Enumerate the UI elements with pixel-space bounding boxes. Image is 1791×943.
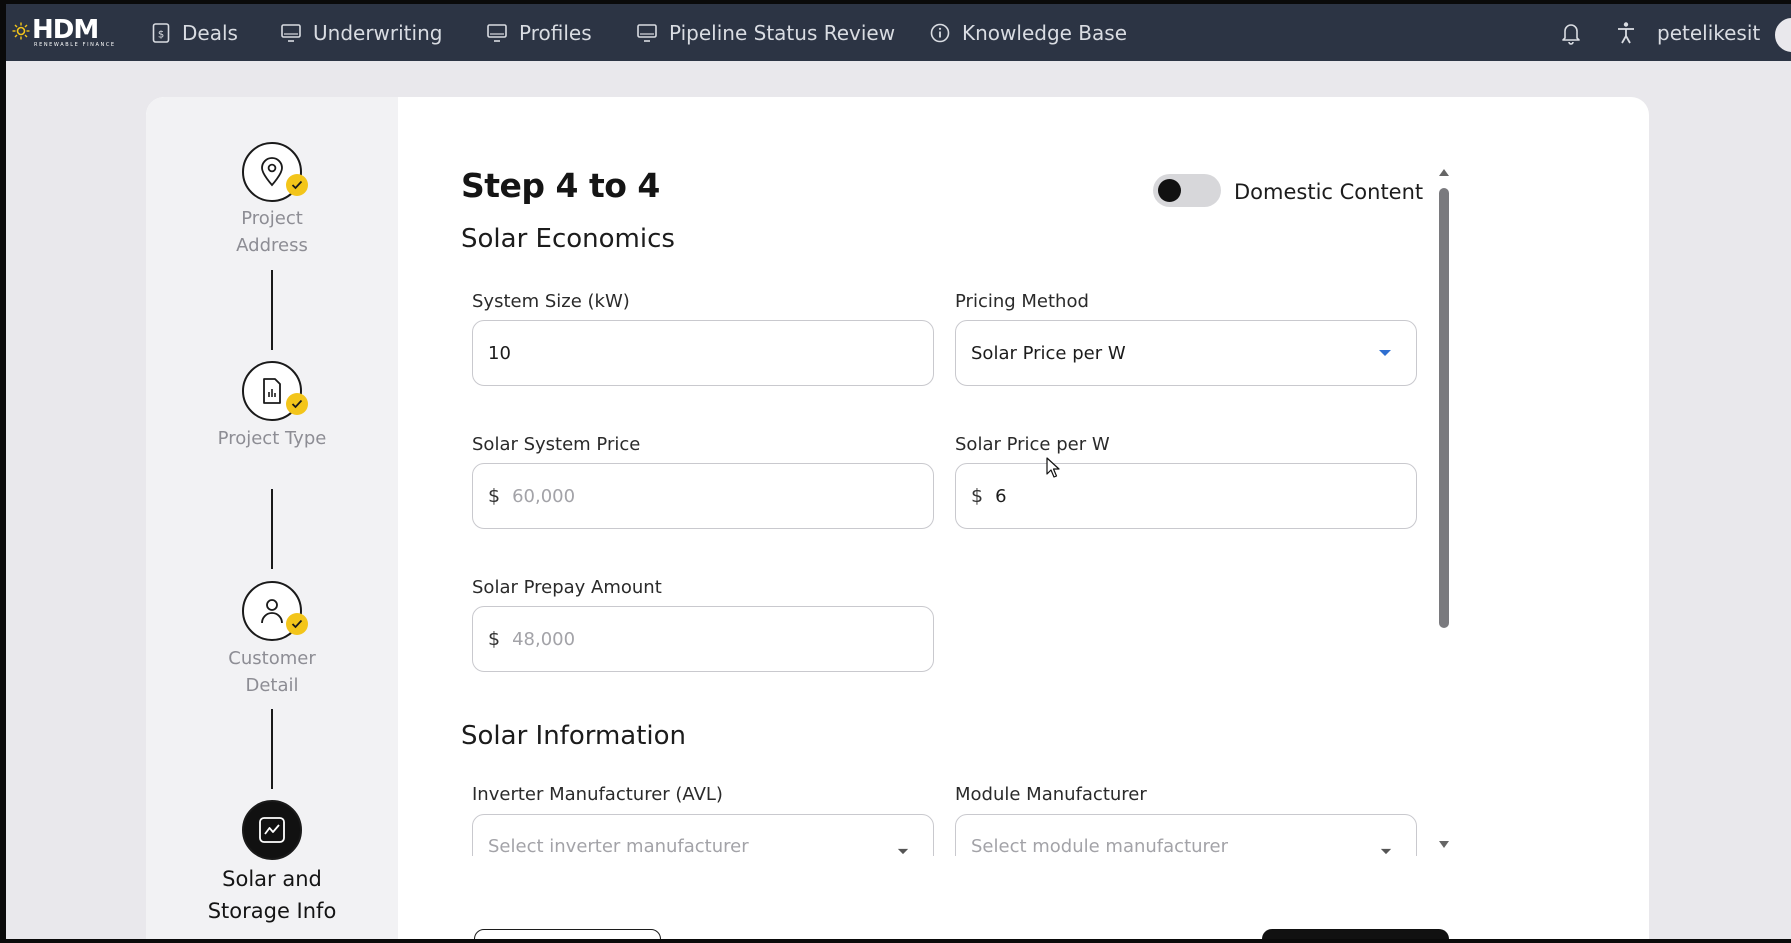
pricing-method-value: Solar Price per W	[971, 342, 1126, 364]
accessibility-button[interactable]	[1616, 4, 1636, 61]
wizard-stepper: Project Address Project Type Customer De…	[146, 97, 398, 939]
info-icon	[930, 23, 950, 42]
scrollbar-thumb[interactable]	[1439, 188, 1449, 628]
step-connector	[271, 709, 273, 789]
solar-price-per-w-value: 6	[995, 485, 1007, 507]
submit-button[interactable]	[1262, 929, 1449, 939]
caret-down-icon	[1380, 848, 1392, 855]
mouse-cursor-icon	[1046, 457, 1060, 478]
nav-item-label: Profiles	[519, 20, 592, 45]
inverter-manufacturer-placeholder: Select inverter manufacturer	[488, 836, 749, 856]
step-label: Project Type	[217, 428, 327, 449]
document-chart-icon	[263, 378, 281, 404]
step-icon-circle	[242, 581, 308, 641]
caret-down-icon	[1379, 350, 1391, 356]
system-size-label: System Size (kW)	[472, 291, 630, 312]
module-manufacturer-label: Module Manufacturer	[955, 784, 1147, 805]
user-icon	[261, 599, 283, 624]
check-icon	[286, 613, 308, 635]
step-title: Step 4 to 4	[461, 166, 660, 205]
solar-prepay-amount-input[interactable]: $ 48,000	[472, 606, 934, 672]
section-title-solar-economics: Solar Economics	[461, 224, 675, 254]
nav-item-deals[interactable]: $ Deals	[152, 4, 238, 61]
scroll-down-icon[interactable]	[1438, 840, 1450, 850]
monitor-icon	[487, 23, 507, 42]
toggle-knob	[1158, 179, 1181, 202]
username: petelikesit	[1657, 20, 1761, 45]
check-icon	[286, 174, 308, 196]
module-manufacturer-select[interactable]: Select module manufacturer	[955, 814, 1417, 856]
step-icon-circle	[242, 800, 302, 860]
domestic-content-label: Domestic Content	[1234, 180, 1424, 204]
user-menu[interactable]: petelikesit	[1657, 4, 1760, 61]
check-icon	[286, 393, 308, 415]
domestic-content-toggle[interactable]	[1153, 174, 1221, 207]
nav-item-profiles[interactable]: Profiles	[487, 4, 592, 61]
system-size-value: 10	[488, 342, 511, 364]
nav-item-label: Pipeline Status Review	[669, 20, 896, 45]
pricing-method-select[interactable]: Solar Price per W	[955, 320, 1417, 386]
inverter-manufacturer-label: Inverter Manufacturer (AVL)	[472, 784, 723, 805]
currency-symbol: $	[488, 485, 501, 507]
brand-name: HDM	[32, 15, 99, 45]
monitor-icon	[637, 23, 657, 42]
nav-item-label: Underwriting	[313, 20, 443, 45]
caret-down-icon	[897, 848, 909, 855]
solar-prepay-amount-label: Solar Prepay Amount	[472, 577, 662, 598]
scroll-up-icon[interactable]	[1438, 167, 1450, 177]
brand-logo[interactable]: HDM RENEWABLE FINANCE	[12, 14, 122, 48]
solar-system-price-input[interactable]: $ 60,000	[472, 463, 934, 529]
solar-system-price-label: Solar System Price	[472, 434, 641, 455]
nav-item-label: Deals	[182, 20, 238, 45]
app-window: HDM RENEWABLE FINANCE $ Deals Underwriti…	[6, 4, 1791, 939]
nav-item-knowledge-base[interactable]: Knowledge Base	[930, 4, 1127, 61]
currency-symbol: $	[488, 628, 501, 650]
nav-item-pipeline-status-review[interactable]: Pipeline Status Review	[637, 4, 895, 61]
monitor-icon	[281, 23, 301, 42]
system-size-input[interactable]: 10	[472, 320, 934, 386]
module-manufacturer-clip: Select module manufacturer	[955, 814, 1417, 856]
section-title-solar-information: Solar Information	[461, 721, 687, 751]
step-label: Solar and Storage Info	[207, 867, 337, 923]
currency-symbol: $	[971, 485, 984, 507]
brand-subtitle: RENEWABLE FINANCE	[34, 42, 116, 48]
inverter-manufacturer-select[interactable]: Select inverter manufacturer	[472, 814, 934, 856]
back-button[interactable]	[474, 929, 661, 939]
solar-price-per-w-input[interactable]: $ 6	[955, 463, 1417, 529]
svg-text:$: $	[158, 29, 164, 40]
solar-prepay-amount-placeholder: 48,000	[512, 628, 576, 650]
solar-system-price-placeholder: 60,000	[512, 485, 576, 507]
step-icon-circle	[242, 361, 308, 421]
step-connector	[271, 489, 273, 569]
dollar-doc-icon: $	[152, 22, 170, 43]
nav-item-label: Knowledge Base	[962, 20, 1127, 45]
notifications-button[interactable]	[1560, 4, 1582, 61]
step-label: Project Address	[236, 208, 308, 256]
location-pin-icon	[261, 157, 283, 187]
accessibility-icon	[1618, 21, 1634, 43]
avatar[interactable]	[1773, 16, 1791, 54]
step-icon-circle	[242, 142, 308, 202]
step-label: Customer Detail	[228, 648, 316, 696]
pricing-method-label: Pricing Method	[955, 291, 1089, 312]
nav-item-underwriting[interactable]: Underwriting	[281, 4, 442, 61]
inverter-manufacturer-clip: Select inverter manufacturer	[472, 814, 934, 856]
step-connector	[271, 270, 273, 350]
sun-logo-icon	[12, 22, 30, 40]
module-manufacturer-placeholder: Select module manufacturer	[971, 836, 1229, 856]
top-navigation: HDM RENEWABLE FINANCE $ Deals Underwriti…	[6, 4, 1791, 61]
solar-price-per-w-label: Solar Price per W	[955, 434, 1110, 455]
bell-icon	[1562, 23, 1580, 45]
chart-trend-icon	[259, 817, 285, 843]
